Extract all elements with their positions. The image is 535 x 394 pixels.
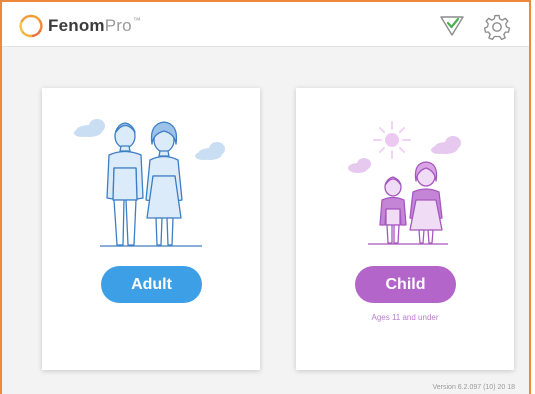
gear-icon[interactable]: [483, 13, 511, 41]
fenompro-logo: FenomPro™: [18, 13, 141, 39]
fenompro-logo-mark-icon: [19, 14, 43, 38]
adult-button[interactable]: Adult: [101, 266, 202, 303]
child-button[interactable]: Child: [355, 266, 456, 303]
brand-trademark: ™: [132, 16, 141, 25]
adult-couple-illustration-icon: [74, 119, 225, 247]
app-window: FenomPro™ Adult Child Ages 11 and under …: [0, 0, 531, 394]
child-age-note: Ages 11 and under: [371, 313, 439, 322]
child-card[interactable]: Child Ages 11 and under: [296, 88, 514, 370]
brand-name-light: Pro: [104, 16, 132, 35]
version-label: Version 6.2.097 (10) 20 18: [432, 384, 515, 391]
adult-card[interactable]: Adult: [42, 88, 260, 370]
top-bar: FenomPro™: [2, 2, 529, 47]
brand-name: FenomPro™: [48, 16, 141, 36]
children-illustration-icon: [348, 121, 461, 245]
brand-name-bold: Fenom: [48, 16, 105, 35]
checkmark-triangle-icon[interactable]: [439, 14, 465, 38]
